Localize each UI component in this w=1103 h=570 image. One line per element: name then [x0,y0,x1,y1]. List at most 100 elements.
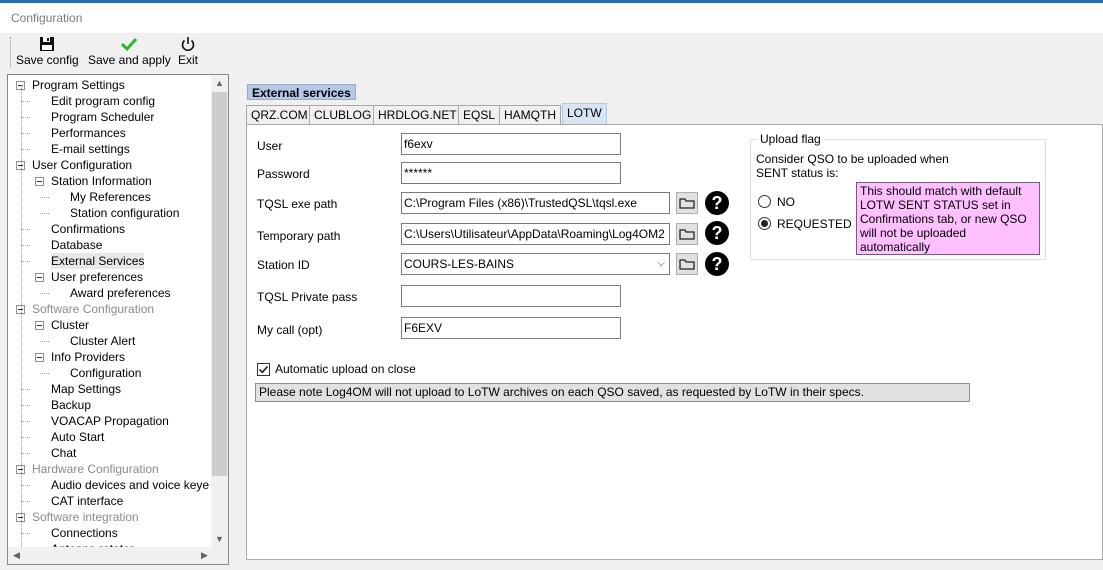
tree-item-label: Software Configuration [32,302,155,316]
tree-item[interactable]: Info Providers [8,349,212,365]
tqsl-help-icon[interactable]: ? [705,191,729,215]
folder-icon [679,198,695,209]
tree-connector [40,341,49,342]
radio-requested[interactable] [758,217,771,230]
tab-clublog[interactable]: CLUBLOG [309,105,377,125]
tree-item-label: Info Providers [51,350,126,364]
window-title: Configuration [0,3,1103,33]
tree-horizontal-scrollbar[interactable]: ◀ ▶ [8,547,228,564]
tab-hrdlog[interactable]: HRDLOG.NET [373,105,462,125]
tab-eqsl[interactable]: EQSL [458,105,501,125]
temp-path-input[interactable]: C:\Users\Utilisateur\AppData\Roaming\Log… [401,223,670,245]
tree-item-label: Station Information [51,174,152,188]
tree-item[interactable]: Program Scheduler [8,109,212,125]
tree-item[interactable]: Award preferences [8,285,212,301]
tree-item[interactable]: Cluster [8,317,212,333]
tqsl-browse-button[interactable] [676,192,698,214]
tree-connector [40,373,49,374]
scroll-up-icon[interactable]: ▲ [211,75,228,92]
tab-lotw[interactable]: LOTW [562,103,607,125]
tree-item[interactable]: External Services [8,253,212,269]
tree-item[interactable]: Backup [8,397,212,413]
auto-upload-checkbox[interactable] [257,363,270,376]
private-pass-input[interactable] [401,285,621,307]
exit-button[interactable]: Exit [178,35,198,67]
tree-item[interactable]: Cluster Alert [8,333,212,349]
tree-item-label: User preferences [51,270,144,284]
toolbar: Save config Save and apply Exit [0,33,1103,71]
tree-item[interactable]: CAT interface [8,493,212,509]
tree-item[interactable]: Program Settings [8,77,212,93]
save-config-label: Save config [16,53,79,67]
auto-upload-label[interactable]: Automatic upload on close [275,362,416,376]
tree-item[interactable]: User Configuration [8,157,212,173]
scroll-down-icon[interactable]: ▼ [211,531,228,548]
password-input[interactable]: ****** [401,162,621,184]
scroll-left-icon[interactable]: ◀ [8,547,25,564]
tree-connector [21,437,30,438]
collapse-toggle-icon[interactable] [35,321,44,330]
radio-requested-label[interactable]: REQUESTED [777,217,852,231]
tree-item[interactable]: VOACAP Propagation [8,413,212,429]
tree-item-label: Cluster Alert [70,334,136,348]
my-call-input[interactable]: F6EXV [401,317,621,339]
checkmark-icon [258,365,269,374]
tree-item-label: Database [51,238,103,252]
radio-no-label[interactable]: NO [777,195,795,209]
tree-trunk-line [21,85,22,564]
collapse-toggle-icon[interactable] [35,177,44,186]
collapse-toggle-icon[interactable] [35,273,44,282]
password-label: Password [257,167,310,181]
tree-item-label: Software integration [32,510,139,524]
tree-item[interactable]: Station configuration [8,205,212,221]
collapse-toggle-icon[interactable] [35,353,44,362]
station-id-value: COURS-LES-BAINS [404,257,515,271]
tree-item[interactable]: Confirmations [8,221,212,237]
tree-item[interactable]: Auto Start [8,429,212,445]
tree-item[interactable]: Software Configuration [8,301,212,317]
tree-item[interactable]: Performances [8,125,212,141]
tab-hamqth[interactable]: HAMQTH [499,105,561,125]
station-id-select[interactable]: COURS-LES-BAINS ⌵ [401,253,670,275]
tree-item[interactable]: Edit program config [8,93,212,109]
tree-item-label: Audio devices and voice keye [51,478,210,492]
settings-tree[interactable]: Program Settings Edit program config Progr… [7,74,229,565]
power-icon [178,35,198,53]
user-input[interactable]: f6exv [401,133,621,155]
save-and-apply-button[interactable]: Save and apply [88,35,171,67]
tree-item[interactable]: My References [8,189,212,205]
station-browse-button[interactable] [676,253,698,275]
tree-item[interactable]: Station Information [8,173,212,189]
tree-connector [21,101,30,102]
tree-connector [21,261,30,262]
tree-item[interactable]: Software integration [8,509,212,525]
tree-item[interactable]: Map Settings [8,381,212,397]
tree-item[interactable]: Configuration [8,365,212,381]
station-help-icon[interactable]: ? [705,252,729,276]
tree-item[interactable]: User preferences [8,269,212,285]
scroll-right-icon[interactable]: ▶ [196,547,213,564]
tree-item-label: Connections [51,526,118,540]
tab-qrz[interactable]: QRZ.COM [246,105,313,125]
tree-item[interactable]: Hardware Configuration [8,461,212,477]
tree-connector [40,213,49,214]
tree-item-label: Station configuration [70,206,180,220]
tree-item[interactable]: Connections [8,525,212,541]
tree-item[interactable]: Audio devices and voice keye [8,477,212,493]
scroll-thumb[interactable] [212,92,227,476]
tree-item[interactable]: E-mail settings [8,141,212,157]
save-config-button[interactable]: Save config [16,35,79,67]
folder-icon [679,229,695,240]
radio-no[interactable] [758,195,771,208]
tree-vertical-scrollbar[interactable]: ▲ ▼ [211,75,228,548]
temp-help-icon[interactable]: ? [705,221,729,245]
tree-item[interactable]: Chat [8,445,212,461]
tqsl-path-input[interactable]: C:\Program Files (x86)\TrustedQSL\tqsl.e… [401,192,670,214]
tree-connector [40,293,49,294]
temp-browse-button[interactable] [676,223,698,245]
tree-item[interactable]: Database [8,237,212,253]
save-and-apply-label: Save and apply [88,53,171,67]
lotw-panel: User f6exv Password ****** TQSL exe path… [246,124,1103,560]
private-pass-label: TQSL Private pass [257,290,358,304]
exit-label: Exit [178,53,199,67]
